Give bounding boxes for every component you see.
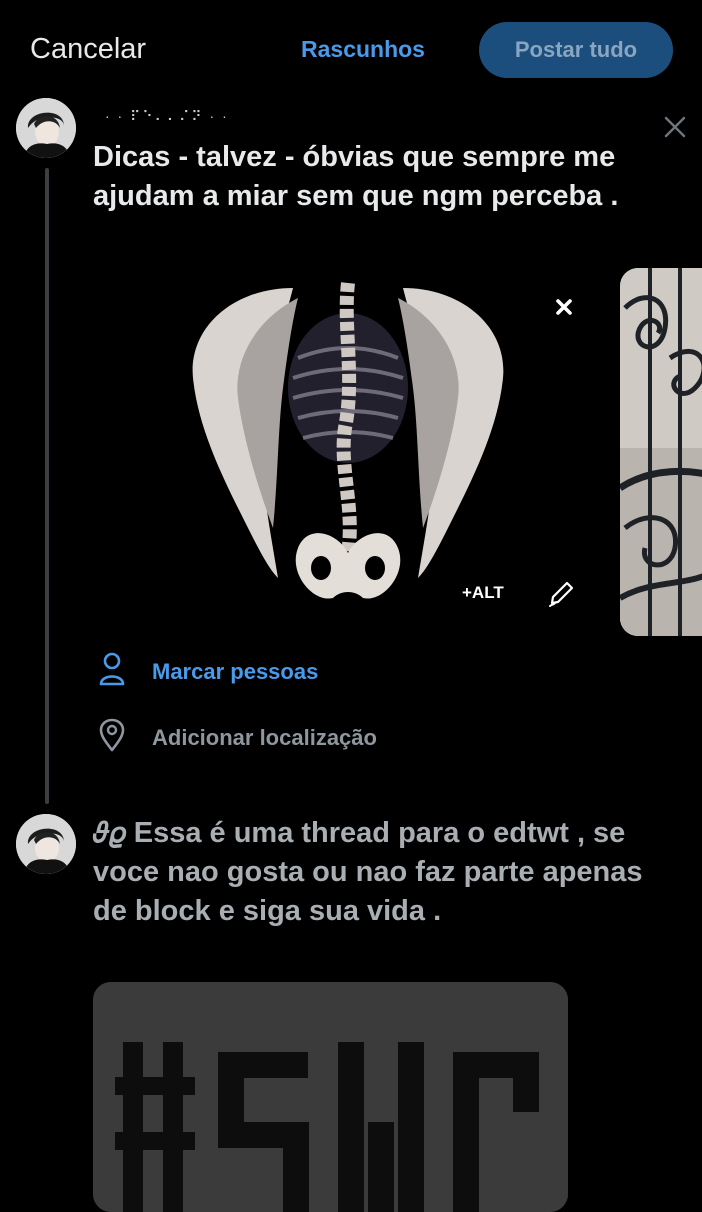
tag-people-row[interactable]: Marcar pessoas <box>98 652 318 691</box>
post-all-button[interactable]: Postar tudo <box>479 22 673 78</box>
close-icon[interactable] <box>660 112 690 142</box>
alt-text-button[interactable]: +ALT <box>462 583 504 603</box>
media-image-swag-text[interactable] <box>93 982 568 1212</box>
tweet-text[interactable]: 𝜗𝜚 Essa é uma thread para o edtwt , se v… <box>93 814 653 931</box>
avatar <box>16 98 76 158</box>
media-image-iron-gate[interactable] <box>620 268 702 636</box>
add-location-label: Adicionar localização <box>152 724 377 750</box>
tag-people-label: Marcar pessoas <box>152 658 319 684</box>
remove-media-icon[interactable] <box>547 290 581 324</box>
display-name: · · ⠏⠑⠄⠄⠌⠝ · · <box>105 108 229 124</box>
person-icon <box>98 652 126 691</box>
cancel-button[interactable]: Cancelar <box>30 33 146 66</box>
avatar <box>16 814 76 874</box>
tweet-text[interactable]: Dicas - talvez - óbvias que sempre me aj… <box>93 138 653 216</box>
edit-media-icon[interactable] <box>545 578 577 610</box>
composer-header: Cancelar Rascunhos Postar tudo <box>0 0 702 100</box>
thread-connector-line <box>45 168 49 804</box>
media-image-wings-xray[interactable] <box>93 268 605 636</box>
add-location-row[interactable]: Adicionar localização <box>98 718 377 757</box>
location-pin-icon <box>98 718 126 757</box>
drafts-button[interactable]: Rascunhos <box>301 36 425 63</box>
